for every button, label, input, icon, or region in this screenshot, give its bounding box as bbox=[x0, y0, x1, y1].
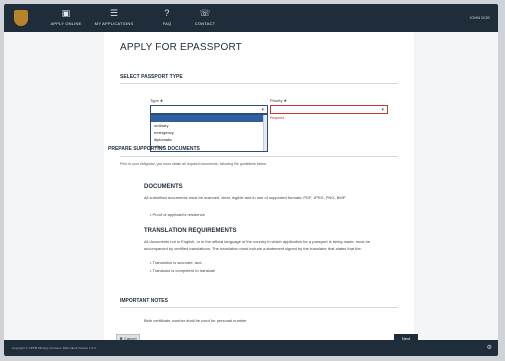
settings-icon[interactable]: ⚙ bbox=[487, 344, 492, 351]
type-option-emergency[interactable]: emergency bbox=[151, 129, 267, 136]
notes-text: Birth certificate number shall be used f… bbox=[144, 318, 247, 323]
top-navigation-bar: ▣ APPLY ONLINE ☰ MY APPLICATIONS ? FAQ ☏… bbox=[4, 4, 498, 32]
phone-icon: ☏ bbox=[199, 8, 211, 18]
type-select[interactable]: ▾ bbox=[150, 105, 268, 114]
coat-of-arms-logo bbox=[14, 10, 28, 26]
nav-my-applications[interactable]: ☰ MY APPLICATIONS bbox=[86, 8, 142, 26]
list-icon: ☰ bbox=[109, 8, 119, 18]
bullet-text: Proof of applicant's residence bbox=[152, 212, 205, 217]
translation-bullet: • Translator is competent to translate bbox=[150, 268, 215, 273]
nav-label: MY APPLICATIONS bbox=[94, 21, 134, 26]
prepare-intro-text: Prior to your eMigrator, you must obtain… bbox=[120, 162, 266, 166]
bullet-text: Translator is competent to translate bbox=[152, 268, 215, 273]
footer-bar: Copyright © SPPM Ministry of Interior We… bbox=[4, 340, 498, 356]
important-notes-heading: IMPORTANT NOTES bbox=[120, 298, 168, 304]
required-message: Required bbox=[270, 116, 285, 120]
nav-label: CONTACT bbox=[194, 21, 216, 26]
chevron-down-icon: ▾ bbox=[381, 107, 384, 113]
translation-heading: TRANSLATION REQUIREMENTS bbox=[144, 228, 237, 234]
type-option-diplomatic[interactable]: diplomatic bbox=[151, 136, 267, 143]
documents-text: All submitted documents must be scanned,… bbox=[144, 195, 346, 200]
type-label: Type ★ bbox=[150, 98, 164, 103]
main-content: APPLY FOR EPASSPORT SELECT PASSPORT TYPE… bbox=[104, 32, 418, 343]
type-option-ordinary[interactable]: ordinary bbox=[151, 122, 267, 129]
copyright-text: Copyright © SPPM Ministry of Interior We… bbox=[12, 346, 96, 350]
documents-bullet: • Proof of applicant's residence bbox=[150, 212, 205, 217]
page-title: APPLY FOR EPASSPORT bbox=[120, 42, 242, 53]
nav-label: FAQ bbox=[162, 21, 172, 26]
priority-label: Priority ★ bbox=[270, 98, 288, 103]
chevron-down-icon: ▾ bbox=[261, 107, 264, 113]
divider bbox=[120, 307, 398, 308]
app-screen: ▣ APPLY ONLINE ☰ MY APPLICATIONS ? FAQ ☏… bbox=[4, 4, 498, 356]
divider bbox=[120, 156, 398, 157]
translation-text: All documents not in English, or in the … bbox=[144, 239, 371, 251]
user-name[interactable]: JOHN DOE bbox=[469, 15, 490, 20]
bullet-text: Translation is accurate, and bbox=[152, 260, 202, 265]
nav-contact[interactable]: ☏ CONTACT bbox=[177, 8, 233, 26]
dropdown-scrollbar[interactable] bbox=[263, 115, 267, 151]
type-option-empty[interactable] bbox=[151, 115, 267, 122]
priority-select[interactable]: ▾ bbox=[270, 105, 388, 114]
translation-bullet: • Translation is accurate, and bbox=[150, 260, 202, 265]
select-type-heading: SELECT PASSPORT TYPE bbox=[120, 74, 183, 80]
documents-heading: DOCUMENTS bbox=[144, 184, 183, 190]
prepare-documents-heading: PREPARE SUPPORTING DOCUMENTS bbox=[108, 146, 200, 152]
divider bbox=[120, 83, 398, 84]
nav-label: APPLY ONLINE bbox=[50, 21, 82, 26]
